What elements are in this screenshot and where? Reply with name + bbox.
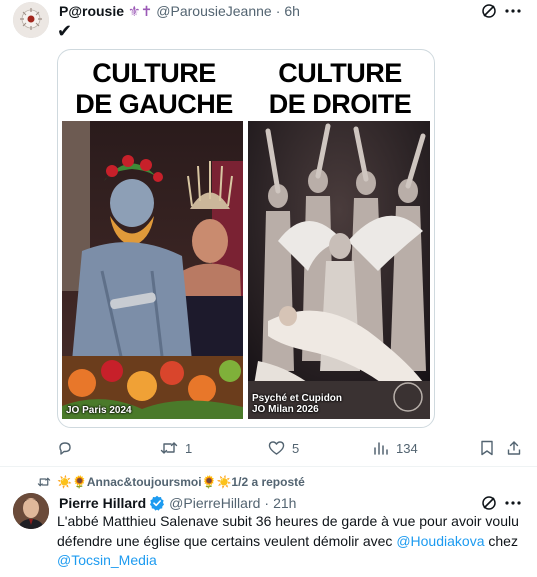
retweet-icon (160, 440, 178, 456)
share-button[interactable] (505, 438, 523, 458)
tweet-header: P@rousie ⚜✝ @ParousieJeanne · 6h (59, 2, 300, 20)
display-name[interactable]: P@rousie (59, 3, 124, 19)
views-button[interactable]: 134 (373, 438, 418, 458)
views-count: 134 (396, 440, 418, 456)
handle[interactable]: @PierreHillard (169, 495, 260, 511)
meme-title-left: CULTURE DE GAUCHE (62, 58, 246, 120)
meme-caption-right-line1: Psyché et Cupidon (252, 393, 343, 404)
grok-icon[interactable] (479, 1, 499, 21)
bookmark-button[interactable] (478, 438, 496, 458)
meme-photo-left (62, 121, 243, 419)
meme-caption-right: Psyché et Cupidon JO Milan 2026 (252, 393, 342, 415)
tweet-media[interactable]: CULTURE DE GAUCHE CULTURE DE DROITE JO P… (57, 49, 435, 428)
bookmark-icon (481, 440, 493, 456)
tweet-header: Pierre Hillard @PierreHillard · 21h (59, 494, 296, 512)
mention-link[interactable]: @Tocsin_Media (57, 552, 157, 568)
meme-title-right: CULTURE DE DROITE (248, 58, 432, 120)
timestamp[interactable]: 21h (273, 495, 296, 511)
meme-title-left-line2: DE GAUCHE (75, 89, 233, 119)
meme-photo-right (248, 121, 430, 419)
timestamp[interactable]: 6h (284, 3, 300, 19)
name-emojis: ⚜✝ (128, 2, 153, 19)
display-name[interactable]: Pierre Hillard (59, 495, 146, 511)
separator-dot: · (264, 495, 270, 511)
repost-text: ☀️🌻Annac&toujoursmoi🌻☀️1/2 a reposté (57, 475, 305, 489)
tweet-text: chez (484, 532, 518, 549)
reply-button[interactable] (57, 438, 73, 458)
repost-indicator[interactable]: ☀️🌻Annac&toujoursmoi🌻☀️1/2 a reposté (37, 474, 305, 490)
heart-icon (268, 440, 285, 456)
meme-title-left-line1: CULTURE (92, 58, 216, 88)
share-icon (507, 441, 521, 455)
tweet-body: ✔ (57, 21, 73, 41)
verified-badge-icon (149, 495, 165, 511)
meme-caption-right-line2: JO Milan 2026 (252, 404, 319, 415)
grok-icon[interactable] (479, 493, 499, 513)
tweet-divider (0, 466, 537, 467)
tweet-body: L'abbé Matthieu Salenave subit 36 heures… (57, 512, 527, 571)
retweet-icon (37, 476, 51, 488)
more-options-icon[interactable] (503, 493, 523, 513)
more-options-icon[interactable] (503, 1, 523, 21)
reply-icon (57, 440, 73, 456)
meme-caption-left: JO Paris 2024 (66, 405, 132, 416)
separator-dot: · (275, 3, 281, 19)
retweet-button[interactable]: 1 (160, 438, 192, 458)
retweet-count: 1 (185, 440, 193, 456)
handle[interactable]: @ParousieJeanne (156, 3, 271, 19)
mention-link[interactable]: @Houdiakova (396, 533, 484, 549)
meme-title-right-line2: DE DROITE (268, 89, 412, 119)
meme-title-right-line1: CULTURE (278, 58, 402, 88)
avatar[interactable] (13, 493, 49, 529)
views-icon (373, 440, 389, 456)
avatar[interactable] (13, 2, 49, 38)
like-button[interactable]: 5 (268, 438, 299, 458)
like-count: 5 (292, 440, 300, 456)
